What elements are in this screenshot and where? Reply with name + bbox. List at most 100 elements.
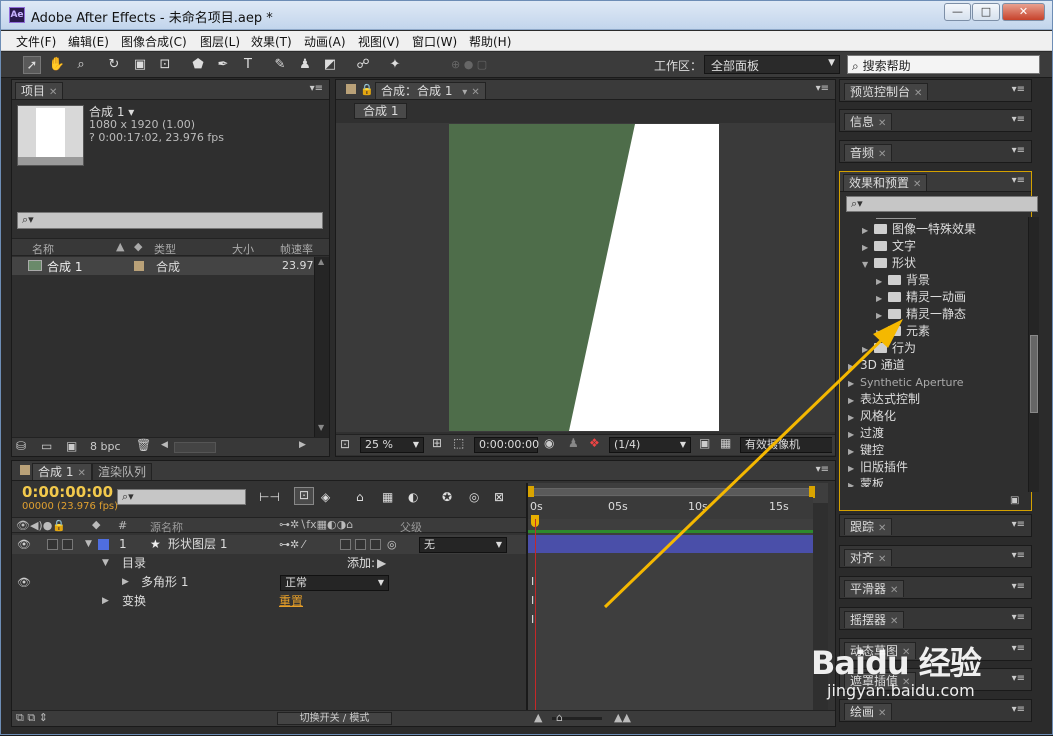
timecode-field[interactable]: 0:00:00:00 xyxy=(474,437,539,453)
lock-icon[interactable]: 🔒 xyxy=(360,83,374,96)
3d-layer-icon[interactable]: ◈ xyxy=(321,490,330,504)
menu-layer[interactable]: 图层(L) xyxy=(200,33,240,50)
project-search-input[interactable]: ⌕▾ xyxy=(17,212,323,229)
pan-behind-tool-icon[interactable]: ⊡ xyxy=(156,56,174,74)
snapshot-icon[interactable]: ◉ xyxy=(544,436,554,450)
close-icon[interactable]: ✕ xyxy=(878,149,886,160)
toggle-panes-icons[interactable]: ⧉ ⧉ ⇕ xyxy=(16,711,48,725)
minimize-button[interactable]: — xyxy=(944,3,971,21)
effects-tree-item[interactable]: ▶ 精灵一动画 xyxy=(876,289,966,306)
channel-icon[interactable]: ❖ xyxy=(589,436,600,450)
layer-switch-box[interactable] xyxy=(340,539,351,550)
tab-effects-presets[interactable]: 效果和预置 ✕ xyxy=(843,174,928,191)
column-size[interactable]: 大小 xyxy=(232,241,254,257)
expand-triangle-icon[interactable]: ▶ xyxy=(848,409,860,426)
project-row[interactable]: 合成 1 合成 23.976 ⊞ xyxy=(12,257,329,275)
timeline-graph[interactable]: 0s 05s 10s 15s I I I xyxy=(528,483,828,711)
effects-tree-item[interactable]: ▶ 3D 通道 xyxy=(848,357,905,374)
expand-triangle-icon[interactable]: ▶ xyxy=(862,239,874,256)
parent-select[interactable]: 无 ▼ xyxy=(419,537,507,553)
polygon-row[interactable]: 👁 ▶ 多角形 1 正常 ▼ xyxy=(12,573,528,592)
close-icon[interactable]: ✕ xyxy=(49,87,57,98)
panel-menu-icon[interactable]: ▾≡ xyxy=(1012,612,1025,623)
effects-tree-item[interactable]: ▶ 蒙板 xyxy=(848,476,884,487)
clone-tool-icon[interactable]: ♟ xyxy=(296,56,314,74)
pick-whip-icon[interactable]: ◎ xyxy=(387,535,397,554)
layer-row[interactable]: 👁 ▼ 1 ★ 形状图层 1 ⊶✲ ⁄ ◎ 无 ▼ xyxy=(12,535,528,554)
comp-mini-flowchart-icon[interactable]: ⊢⊣ xyxy=(259,490,280,504)
effects-scrollbar[interactable] xyxy=(1028,217,1039,492)
expand-triangle-icon[interactable]: ▶ xyxy=(102,592,109,611)
expand-triangle-icon[interactable]: ▶ xyxy=(862,341,874,358)
panel-menu-icon[interactable]: ▾≡ xyxy=(1012,114,1025,125)
menu-edit[interactable]: 编辑(E) xyxy=(68,33,109,50)
close-icon[interactable]: ✕ xyxy=(878,554,886,565)
column-source-name[interactable]: 源名称 xyxy=(150,519,183,535)
column-type[interactable]: 类型 xyxy=(154,241,176,257)
layer-switch-box-2[interactable] xyxy=(355,539,366,550)
eraser-tool-icon[interactable]: ◩ xyxy=(321,56,339,74)
camera-tool-icon[interactable]: ▣ xyxy=(131,56,149,74)
sort-ascending-icon[interactable]: ▲ xyxy=(116,240,124,253)
panel-menu-icon[interactable]: ▾≡ xyxy=(1012,175,1025,186)
scroll-left-icon[interactable]: ◀ xyxy=(161,440,168,450)
tab-audio[interactable]: 音频 ✕ xyxy=(844,144,893,161)
panel-menu-icon[interactable]: ▾≡ xyxy=(1012,84,1025,95)
effects-tree-item[interactable]: ▶ 过渡 xyxy=(848,425,884,442)
expand-triangle-icon[interactable]: ▶ xyxy=(848,392,860,409)
tab-preview[interactable]: 预览控制台 ✕ xyxy=(844,83,929,100)
effects-tree-item[interactable]: ▶ Synthetic Aperture xyxy=(848,374,964,391)
switches-icons[interactable]: ⊶✲∖fx▦◐◑⌂ xyxy=(279,518,353,531)
scroll-up-icon[interactable]: ▲ xyxy=(318,257,324,266)
expand-triangle-icon[interactable]: ▶ xyxy=(876,290,888,307)
timeline-timecode[interactable]: 0:00:00:00 xyxy=(22,483,113,501)
effects-tree-item[interactable]: ▼ 形状 xyxy=(862,255,916,272)
effects-tree-item[interactable]: ▶ 旧版插件 xyxy=(848,459,908,476)
av-features-icons[interactable]: 👁◀)●🔒 xyxy=(16,519,66,532)
expand-triangle-icon[interactable]: ▶ xyxy=(122,573,129,592)
expand-triangle-icon[interactable]: ▶ xyxy=(848,375,860,392)
trash-icon[interactable]: 🗑 xyxy=(136,438,151,452)
new-composition-icon[interactable]: ▣ xyxy=(66,439,77,453)
scroll-right-icon[interactable]: ▶ xyxy=(299,440,306,450)
effects-tree-item[interactable]: ▶ 风格化 xyxy=(848,408,896,425)
roto-brush-tool-icon[interactable]: ☍ xyxy=(354,56,372,74)
camera-select[interactable]: 有效摄像机 xyxy=(740,437,832,453)
effects-tree-item[interactable]: ▶ 文字 xyxy=(862,238,916,255)
composition-subtab[interactable]: 合成 1 xyxy=(354,103,408,119)
effects-tree-item[interactable]: ▶ 精灵一静态 xyxy=(876,306,966,323)
eye-icon[interactable]: 👁 xyxy=(17,535,31,554)
effects-tree-item[interactable]: ▶ 图像一特殊效果 xyxy=(862,221,976,238)
effects-tree-item[interactable]: ▶ 背景 xyxy=(876,272,930,289)
hand-tool-icon[interactable]: ✋ xyxy=(48,56,66,74)
expand-triangle-icon[interactable]: ▶ xyxy=(848,460,860,477)
expand-triangle-icon[interactable]: ▶ xyxy=(848,358,860,375)
panel-menu-icon[interactable]: ▾≡ xyxy=(310,83,323,94)
reset-link[interactable]: 重置 xyxy=(279,592,303,611)
chevron-down-icon[interactable]: ▾ xyxy=(462,87,467,98)
close-icon[interactable]: ✕ xyxy=(471,87,479,98)
close-icon[interactable]: ✕ xyxy=(878,708,886,719)
puppet-tool-icon[interactable]: ✦ xyxy=(386,56,404,74)
auto-keyframe-icon[interactable]: ◎ xyxy=(469,490,479,504)
effects-tree-item[interactable]: ▶ 行为 xyxy=(862,340,916,357)
expand-triangle-icon[interactable]: ▶ xyxy=(848,426,860,443)
collapse-triangle-icon[interactable]: ▼ xyxy=(862,256,874,273)
horizontal-scroll-thumb[interactable] xyxy=(174,442,216,453)
column-parent[interactable]: 父级 xyxy=(400,519,422,535)
close-icon[interactable]: ✕ xyxy=(878,523,886,534)
close-icon[interactable]: ✕ xyxy=(890,585,898,596)
show-snapshot-icon[interactable]: ♟ xyxy=(568,436,579,450)
panel-menu-icon[interactable]: ▾≡ xyxy=(1012,550,1025,561)
resolution-select[interactable]: (1/4) ▼ xyxy=(609,437,691,453)
text-tool-icon[interactable]: T xyxy=(239,56,257,74)
draft-3d-icon[interactable]: ⊡ xyxy=(294,487,314,505)
panel-menu-icon[interactable]: ▾≡ xyxy=(1012,145,1025,156)
mask-visibility-icon[interactable]: ⬚ xyxy=(453,436,464,450)
panel-menu-icon[interactable]: ▾≡ xyxy=(816,464,829,475)
brush-tool-icon[interactable]: ✎ xyxy=(271,56,289,74)
workspace-select[interactable]: 全部面板 ▼ xyxy=(704,55,840,74)
add-arrow-icon[interactable]: ▶ xyxy=(377,554,386,573)
tab-composition[interactable]: 合成：合成 1 ▾ ✕ xyxy=(375,82,486,99)
scroll-down-icon[interactable]: ▼ xyxy=(318,423,324,432)
